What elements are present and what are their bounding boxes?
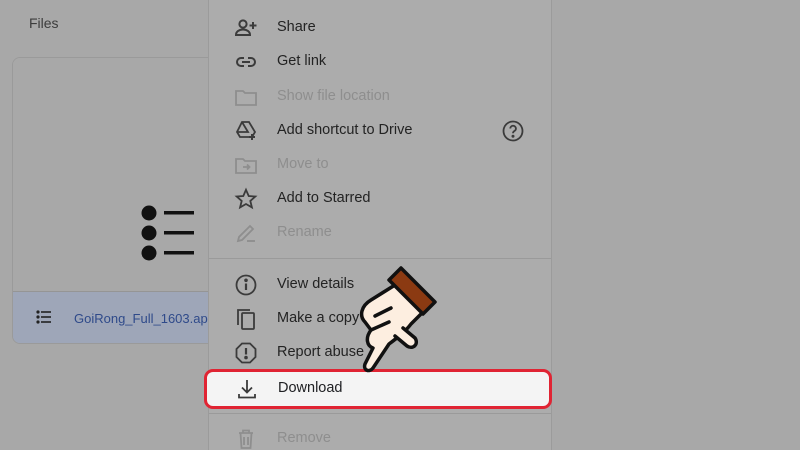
move-to-folder-icon bbox=[235, 158, 257, 174]
link-icon bbox=[236, 57, 256, 67]
menu-item-label: View details bbox=[277, 276, 355, 292]
menu-item-get-link[interactable]: Get link bbox=[209, 44, 551, 78]
menu-divider bbox=[209, 413, 551, 414]
folder-icon bbox=[235, 90, 257, 106]
menu-item-move-to[interactable]: Move to bbox=[209, 147, 551, 181]
menu-item-label: Move to bbox=[277, 156, 329, 172]
menu-item-label: Get link bbox=[277, 53, 327, 69]
share-person-add-icon bbox=[234, 19, 257, 36]
report-icon bbox=[235, 342, 257, 364]
download-icon bbox=[238, 380, 256, 399]
menu-item-label: Share bbox=[277, 19, 316, 35]
file-type-list-icon bbox=[36, 310, 51, 324]
add-to-drive-icon bbox=[235, 121, 257, 140]
info-icon bbox=[235, 274, 257, 296]
menu-item-label: Remove bbox=[277, 430, 331, 446]
pencil-icon bbox=[236, 224, 255, 243]
help-circle-icon[interactable] bbox=[501, 119, 525, 143]
menu-item-label: Add shortcut to Drive bbox=[277, 122, 413, 138]
menu-item-show-file-location[interactable]: Show file location bbox=[209, 79, 551, 113]
trash-icon bbox=[239, 429, 253, 449]
menu-item-label: Download bbox=[278, 380, 343, 396]
menu-item-label: Rename bbox=[277, 224, 332, 240]
copy-icon bbox=[237, 309, 255, 330]
menu-item-add-to-starred[interactable]: Add to Starred bbox=[209, 181, 551, 215]
menu-item-remove[interactable]: Remove bbox=[209, 421, 551, 450]
menu-item-share[interactable]: Share bbox=[209, 10, 551, 44]
menu-item-label: Show file location bbox=[277, 88, 390, 104]
menu-item-label: Add to Starred bbox=[277, 190, 371, 206]
menu-item-add-shortcut[interactable]: Add shortcut to Drive bbox=[209, 113, 551, 147]
pointing-hand-icon bbox=[359, 266, 437, 373]
star-icon bbox=[234, 187, 258, 210]
file-name[interactable]: GoiRong_Full_1603.apk bbox=[74, 311, 214, 326]
list-file-icon bbox=[141, 205, 194, 261]
menu-item-rename[interactable]: Rename bbox=[209, 215, 551, 249]
files-section-label: Files bbox=[29, 15, 59, 31]
